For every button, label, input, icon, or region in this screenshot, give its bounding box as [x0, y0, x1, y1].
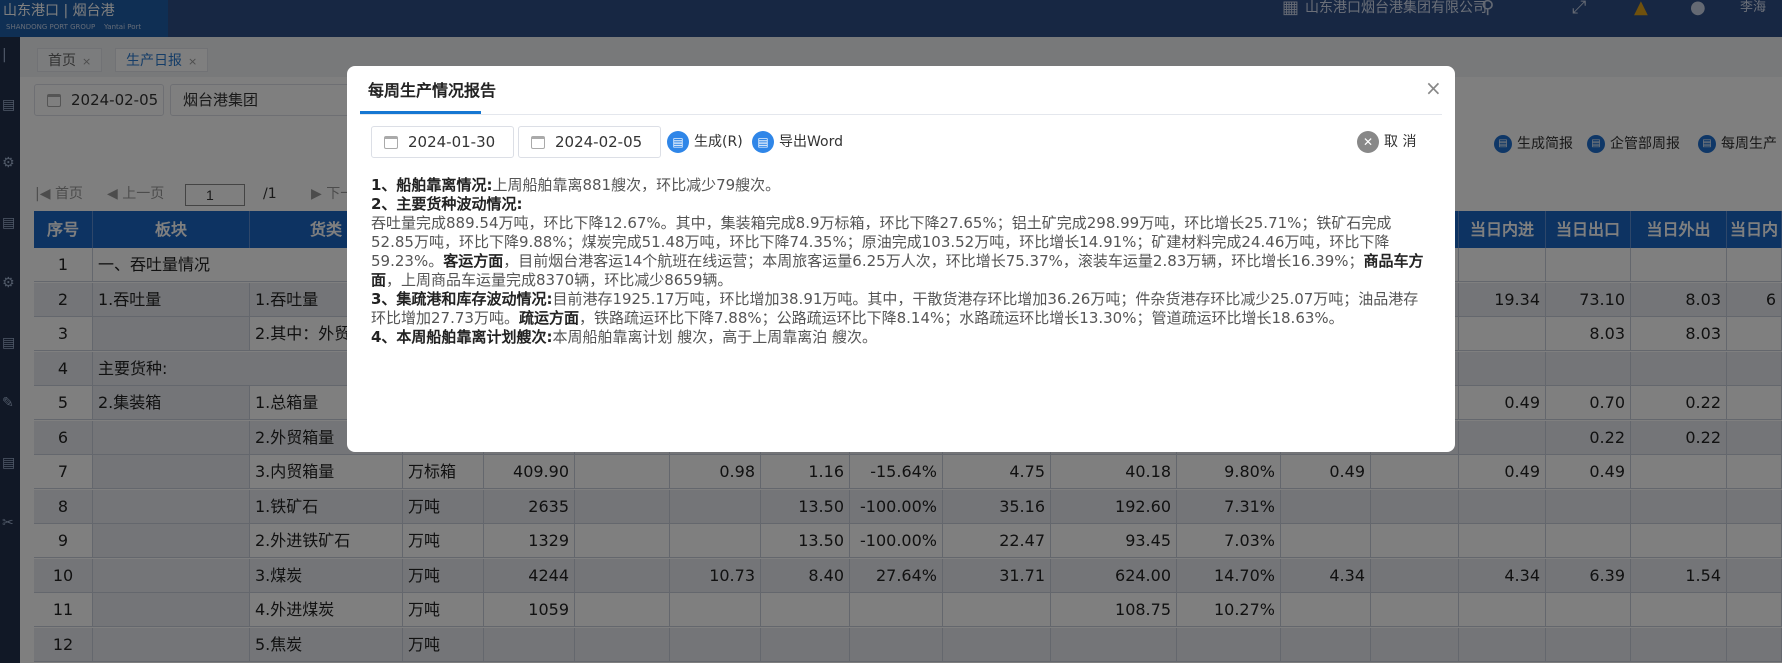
cancel-button[interactable]: ✕ 取 消: [1357, 131, 1416, 153]
start-date-field[interactable]: 2024-01-30: [371, 126, 514, 158]
report-paragraph: 3、集疏港和库存波动情况:目前港存1925.17万吨，环比增加38.91万吨。其…: [371, 290, 1431, 328]
report-paragraph: 1、船舶靠离情况:上周船舶靠离881艘次，环比减少79艘次。: [371, 176, 1431, 195]
export-word-button[interactable]: ▤ 导出Word: [752, 131, 843, 153]
close-icon[interactable]: ×: [1425, 78, 1442, 98]
report-heading: 2、主要货种波动情况:: [371, 195, 523, 213]
report-heading: 1、船舶靠离情况:: [371, 176, 493, 194]
report-text: 上周船舶靠离881艘次，环比减少79艘次。: [492, 176, 781, 194]
button-label: 导出Word: [779, 134, 843, 150]
end-date-value: 2024-02-05: [555, 133, 643, 151]
generate-button[interactable]: ▤ 生成(R): [667, 131, 743, 153]
button-label: 生成(R): [694, 134, 743, 150]
doc-icon: ▤: [667, 131, 689, 153]
report-paragraph: 2、主要货种波动情况: 吞吐量完成889.54万吨，环比下降12.67%。其中，集…: [371, 195, 1431, 290]
report-heading: 4、本周船舶靠离计划艘次:: [371, 328, 553, 346]
button-label: 取 消: [1384, 134, 1417, 150]
report-paragraph: 4、本周船舶靠离计划艘次:本周船舶靠离计划 艘次，高于上周靠离泊 艘次。: [371, 328, 1431, 347]
report-text: ，铁路疏运环比下降7.88%；公路疏运环比下降8.14%；水路疏运环比增长13.…: [578, 309, 1344, 327]
report-content: 1、船舶靠离情况:上周船舶靠离881艘次，环比减少79艘次。 2、主要货种波动情…: [371, 176, 1431, 347]
title-underline: [360, 111, 481, 114]
report-heading: 3、集疏港和库存波动情况:: [371, 290, 553, 308]
report-text: ，目前烟台港客运14个航班在线运营；本周旅客运量6.25万人次，环比增长75.3…: [503, 252, 1364, 270]
calendar-icon: [384, 136, 398, 149]
dialog-title: 每周生产情况报告: [368, 81, 497, 100]
start-date-value: 2024-01-30: [408, 133, 496, 151]
doc-icon: ▤: [752, 131, 774, 153]
cancel-icon: ✕: [1357, 131, 1379, 153]
calendar-icon: [531, 136, 545, 149]
end-date-field[interactable]: 2024-02-05: [518, 126, 661, 158]
report-text: ，上周商品车运量完成8370辆，环比减少8659辆。: [386, 271, 733, 289]
weekly-report-dialog: 每周生产情况报告 × 2024-01-30 2024-02-05 ▤ 生成(R) …: [347, 66, 1455, 452]
report-subheading: 客运方面: [443, 252, 504, 270]
divider: [360, 114, 1442, 115]
report-subheading: 疏运方面: [518, 309, 579, 327]
report-text: 本周船舶靠离计划 艘次，高于上周靠离泊 艘次。: [552, 328, 877, 346]
